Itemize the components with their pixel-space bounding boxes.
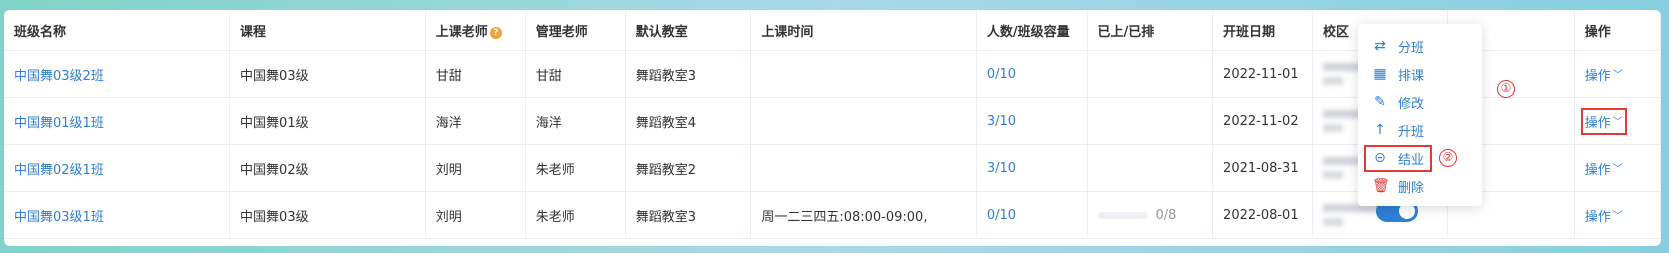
actions-cell: 操作 ﹀	[1574, 50, 1661, 98]
actions-label: 操作	[1584, 68, 1611, 84]
teacher-cell: 刘明	[425, 144, 526, 192]
edit-icon: ✎	[1374, 94, 1386, 110]
col-header-course[interactable]: 课程	[229, 10, 426, 51]
progress-bar	[1097, 211, 1148, 219]
start-date-cell: 2021-08-31	[1212, 144, 1314, 192]
menu-item-label: 排课	[1398, 68, 1425, 84]
teacher-cell: 海洋	[425, 97, 526, 145]
progress-cell	[1087, 50, 1214, 98]
class-name-link[interactable]: 中国舞03级1班	[4, 191, 231, 239]
menu-item-delete[interactable]: 🗑 删除	[1358, 172, 1482, 200]
col-header-teacher-label: 上课老师	[435, 24, 488, 40]
manager-cell: 朱老师	[525, 144, 626, 192]
help-icon[interactable]: ?	[489, 26, 502, 39]
col-header-progress[interactable]: 已上/已排	[1087, 10, 1214, 51]
start-date-cell: 2022-11-01	[1212, 50, 1314, 98]
lesson-progress: 0/8	[1097, 207, 1177, 223]
room-cell: 舞蹈教室3	[625, 50, 752, 98]
actions-label: 操作	[1584, 162, 1611, 178]
start-date-cell: 2022-11-02	[1212, 97, 1314, 145]
time-cell	[750, 50, 977, 98]
capacity-link[interactable]: 0/10	[976, 50, 1088, 98]
course-cell: 中国舞02级	[229, 144, 426, 192]
manager-cell: 朱老师	[525, 191, 626, 239]
actions-dropdown-button-highlighted[interactable]: 操作 ﹀	[1580, 107, 1627, 135]
progress-cell	[1087, 97, 1214, 145]
room-cell: 舞蹈教室3	[625, 191, 752, 239]
room-cell: 舞蹈教室2	[625, 144, 752, 192]
actions-dropdown-button[interactable]: 操作 ﹀	[1585, 65, 1623, 84]
transfer-icon: ⇄	[1374, 38, 1386, 54]
col-header-capacity[interactable]: 人数/班级容量	[976, 10, 1088, 51]
menu-item-label: 结业	[1398, 152, 1425, 168]
actions-cell: 操作 ﹀	[1574, 97, 1661, 145]
arrow-up-icon: ↑	[1374, 122, 1386, 138]
menu-item-schedule[interactable]: ▦ 排课	[1358, 60, 1482, 88]
col-header-manager[interactable]: 管理老师	[525, 10, 626, 51]
progress-cell	[1087, 144, 1214, 192]
menu-item-assign-class[interactable]: ⇄ 分班	[1358, 32, 1482, 60]
manager-cell: 海洋	[525, 97, 626, 145]
time-cell: 周一二三四五:08:00-09:00,	[750, 191, 977, 239]
capacity-link[interactable]: 0/10	[976, 191, 1088, 239]
actions-cell: 操作 ﹀	[1574, 191, 1661, 239]
teacher-cell: 刘明	[425, 191, 526, 239]
course-cell: 中国舞01级	[229, 97, 426, 145]
col-header-actions: 操作	[1574, 10, 1661, 51]
chevron-down-icon: ﹀	[1612, 210, 1623, 222]
actions-label: 操作	[1584, 209, 1611, 225]
progress-text: 0/8	[1155, 207, 1177, 223]
actions-dropdown-menu: ⇄ 分班 ▦ 排课 ✎ 修改 ↑ 升班 ⊝ 结业 🗑 删除	[1358, 24, 1482, 206]
class-name-link[interactable]: 中国舞02级1班	[4, 144, 231, 192]
room-cell: 舞蹈教室4	[625, 97, 752, 145]
capacity-link[interactable]: 3/10	[976, 97, 1088, 145]
graduate-highlight: ⊝ 结业	[1363, 144, 1433, 172]
menu-item-label: 修改	[1398, 96, 1425, 112]
chevron-down-icon: ﹀	[1612, 116, 1623, 128]
chevron-down-icon: ﹀	[1612, 69, 1623, 81]
menu-item-edit[interactable]: ✎ 修改	[1358, 88, 1482, 116]
time-cell	[750, 144, 977, 192]
course-cell: 中国舞03级	[229, 191, 426, 239]
menu-item-label: 升班	[1398, 124, 1425, 140]
manager-cell: 甘甜	[525, 50, 626, 98]
col-header-teacher[interactable]: 上课老师?	[425, 10, 526, 51]
menu-item-label: 删除	[1398, 180, 1425, 196]
course-cell: 中国舞03级	[229, 50, 426, 98]
menu-item-label: 分班	[1398, 40, 1425, 56]
menu-item-promote[interactable]: ↑ 升班	[1358, 116, 1482, 144]
actions-label: 操作	[1584, 115, 1611, 131]
chevron-down-icon: ﹀	[1612, 163, 1623, 175]
class-name-link[interactable]: 中国舞03级2班	[4, 50, 231, 98]
col-header-start-date[interactable]: 开班日期	[1212, 10, 1314, 51]
trash-icon: 🗑	[1372, 178, 1390, 194]
calendar-icon: ▦	[1373, 66, 1387, 82]
actions-cell: 操作 ﹀	[1574, 144, 1661, 192]
teacher-cell: 甘甜	[425, 50, 526, 98]
annotation-marker-2: ②	[1439, 149, 1457, 167]
time-cell	[750, 97, 977, 145]
graduate-icon: ⊝	[1374, 150, 1386, 166]
capacity-link[interactable]: 3/10	[976, 144, 1088, 192]
col-header-class-name[interactable]: 班级名称	[4, 10, 231, 51]
progress-cell: 0/8	[1087, 191, 1214, 239]
start-date-cell: 2022-08-01	[1212, 191, 1314, 239]
col-header-room[interactable]: 默认教室	[625, 10, 752, 51]
col-header-time[interactable]: 上课时间	[750, 10, 977, 51]
actions-dropdown-button[interactable]: 操作 ﹀	[1585, 159, 1623, 178]
menu-item-graduate[interactable]: ⊝ 结业	[1358, 144, 1482, 172]
annotation-marker-1: ①	[1497, 80, 1515, 98]
actions-dropdown-button[interactable]: 操作 ﹀	[1585, 206, 1623, 225]
class-name-link[interactable]: 中国舞01级1班	[4, 97, 231, 145]
